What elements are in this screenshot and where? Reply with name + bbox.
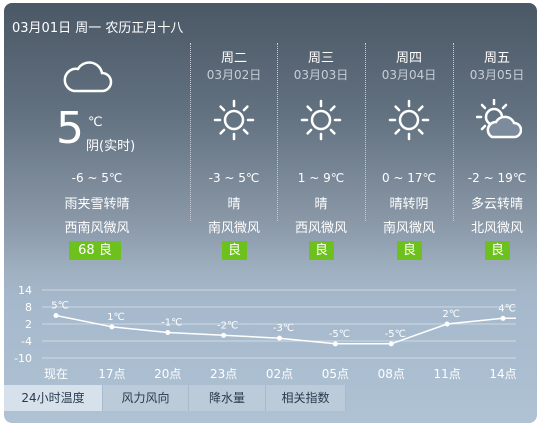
y-tick-label: 8 — [25, 301, 32, 314]
x-tick-label: 11点 — [433, 367, 460, 381]
temperature-point — [165, 330, 171, 335]
tab-wind[interactable]: 风力风向 — [103, 385, 189, 411]
temperature-value-label: -1℃ — [161, 318, 182, 329]
temperature-value-label: -5℃ — [385, 329, 406, 340]
temperature-value-label: 5℃ — [51, 301, 69, 312]
x-tick-label: 20点 — [154, 367, 181, 381]
temperature-point — [109, 324, 115, 330]
weather-widget: 03月01日 周一 农历正月十八 5 ℃ 阴(实时) -6 ~ 5℃ 雨夹雪转晴… — [4, 3, 537, 423]
x-tick-label: 05点 — [322, 367, 349, 381]
tab-24h-temperature[interactable]: 24小时温度 — [4, 385, 103, 411]
tab-precipitation[interactable]: 降水量 — [189, 385, 266, 411]
x-tick-label: 23点 — [210, 367, 237, 381]
temperature-point — [53, 313, 59, 318]
x-tick-label: 08点 — [378, 367, 405, 381]
x-tick-label: 现在 — [44, 367, 68, 381]
temperature-point — [221, 332, 227, 338]
temperature-chart: 14 8 2 -4 -10 5℃ 现在 1℃ 17点 -1℃ 20点 -2℃ 23点 -3℃ 02点 -5℃ 0… — [14, 284, 517, 381]
y-tick-label: 2 — [25, 318, 32, 331]
x-tick-label: 17点 — [98, 367, 125, 381]
x-tick-label: 02点 — [266, 367, 293, 381]
temperature-point — [388, 341, 394, 347]
temperature-point — [277, 335, 282, 341]
temperature-point — [500, 315, 506, 321]
temperature-point — [444, 321, 450, 327]
x-tick-label: 14点 — [489, 367, 516, 381]
temperature-value-label: -5℃ — [329, 329, 350, 340]
temperature-value-label: -3℃ — [273, 323, 294, 334]
y-tick-label: 14 — [18, 284, 32, 297]
temperature-value-label: 2℃ — [442, 309, 460, 320]
temperature-value-label: 4℃ — [498, 303, 516, 314]
tab-indices[interactable]: 相关指数 — [266, 385, 346, 411]
temperature-value-label: 1℃ — [107, 312, 125, 323]
y-tick-label: -4 — [21, 335, 32, 348]
temperature-value-label: -2℃ — [217, 320, 238, 331]
y-tick-label: -10 — [14, 352, 32, 365]
temperature-point — [332, 341, 338, 347]
